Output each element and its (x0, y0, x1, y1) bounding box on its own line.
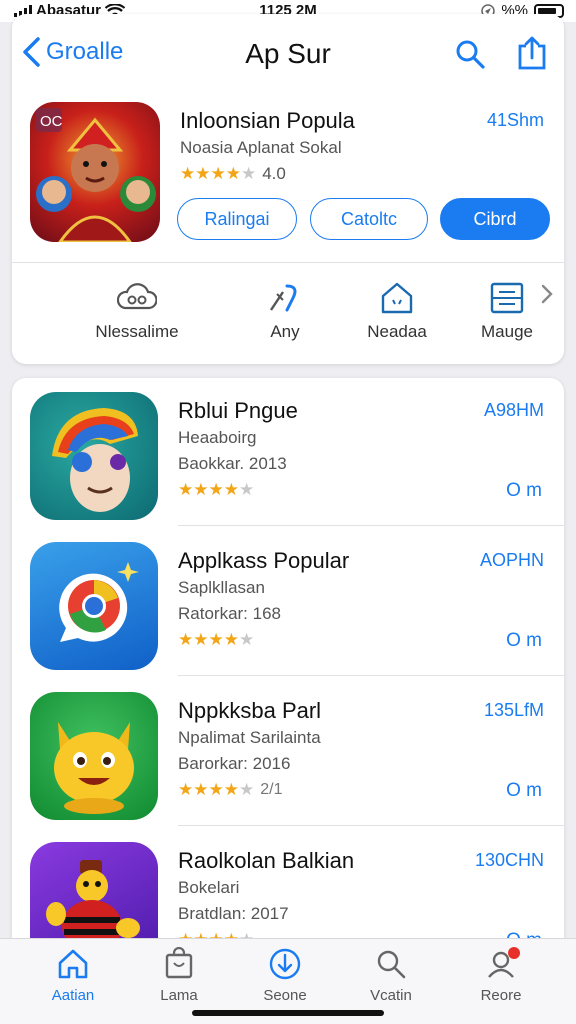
app-icon[interactable] (30, 842, 158, 948)
app-size: 135LfM (483, 700, 544, 720)
featured-rating: ★★★★★ 4.0 (180, 164, 286, 184)
featured-app-icon[interactable]: OC (30, 102, 160, 242)
category-label: Neadaa (367, 322, 427, 341)
app-year: Ratorkar: 168 (178, 604, 281, 623)
app-rating: ★★★★★ (178, 630, 260, 650)
list-item[interactable]: Raolkolan Balkian 130CHN Bokelari Bratdl… (12, 828, 564, 948)
category-button[interactable]: Catoltc (310, 198, 428, 240)
category-label: Mauge (481, 322, 533, 341)
app-name[interactable]: Nppkksba Parl (178, 698, 321, 724)
svg-text:OC: OC (40, 113, 63, 130)
tab-label: Reore (480, 987, 522, 1004)
app-year: Bratdlan: 2017 (178, 904, 289, 923)
divider (178, 525, 564, 526)
app-year: Baokkar. 2013 (178, 454, 287, 473)
app-name[interactable]: Raolkolan Balkian (178, 848, 354, 874)
bag-icon (165, 947, 193, 979)
category-item-any[interactable]: Any (230, 280, 340, 342)
featured-card: Groalle Ap Sur OC Inloonsian Popula 41Sh… (12, 14, 564, 364)
rating-text: 2/1 (260, 781, 283, 798)
app-subtitle: Bokelari (178, 878, 240, 897)
rating-value: 4.0 (262, 164, 286, 183)
notification-badge (508, 947, 520, 959)
app-size: 130CHN (474, 850, 544, 870)
app-icon[interactable] (30, 542, 158, 670)
warrior-character-icon: OC (36, 108, 156, 242)
divider (12, 262, 564, 263)
home-icon (58, 949, 88, 979)
category-item-messaging[interactable]: Nlessalime (82, 280, 192, 342)
app-icon[interactable] (30, 392, 158, 520)
tab-profile[interactable]: Reore (446, 947, 556, 1005)
home-indicator[interactable] (192, 1010, 384, 1016)
window-icon (490, 282, 524, 314)
tab-label: Seone (263, 987, 307, 1004)
app-rating: ★★★★★ 2/1 (178, 780, 282, 800)
category-label: Nlessalime (95, 322, 179, 341)
yellow-cat-character-icon (54, 722, 134, 814)
tab-updates[interactable]: Seone (230, 947, 340, 1005)
app-size: A98HM (483, 400, 544, 420)
app-subtitle: Heaaboirg (178, 428, 257, 447)
ratings-button[interactable]: Ralingai (177, 198, 297, 240)
tab-search[interactable]: Vcatin (336, 947, 446, 1005)
featured-app-size: 41Shm (486, 110, 544, 130)
tab-library[interactable]: Lama (124, 947, 234, 1005)
list-item[interactable]: Nppkksba Parl 135LfM Npalimat Sarilainta… (12, 678, 564, 826)
divider (178, 675, 564, 676)
list-item[interactable]: Rblui Pngue A98HM Heaaboirg Baokkar. 201… (12, 378, 564, 526)
cloud-people-icon (117, 283, 157, 310)
app-size: AOPHN (479, 550, 544, 570)
arcade-character-icon (46, 860, 140, 948)
featured-app-name[interactable]: Inloonsian Popula (180, 108, 355, 134)
app-year: Barorkar: 2016 (178, 754, 291, 773)
tab-label: Vcatin (370, 987, 412, 1004)
tab-label: Aatian (51, 987, 95, 1004)
category-item-news[interactable]: Neadaa (342, 280, 452, 342)
house-icon (381, 282, 413, 314)
app-list: Rblui Pngue A98HM Heaaboirg Baokkar. 201… (12, 378, 564, 948)
category-label: Any (270, 322, 300, 341)
get-button[interactable]: Cibrd (440, 198, 550, 240)
get-button[interactable]: O m (506, 780, 542, 802)
star-rating: ★★★★★ (178, 630, 255, 649)
search-icon (377, 950, 406, 979)
share-icon[interactable] (516, 36, 548, 70)
sparkle-icon (270, 284, 297, 312)
star-rating: ★★★★★ (178, 780, 255, 799)
chevron-right-icon[interactable] (540, 282, 554, 306)
app-rating: ★★★★★ (178, 480, 260, 500)
list-item[interactable]: Applkass Popular AOPHN Saplkllasan Rator… (12, 528, 564, 676)
app-name[interactable]: Rblui Pngue (178, 398, 298, 424)
app-icon[interactable] (30, 692, 158, 820)
rainbow-hair-character-icon (52, 408, 138, 512)
get-button[interactable]: O m (506, 480, 542, 502)
featured-app-subtitle: Noasia Aplanat Sokal (180, 138, 342, 157)
browser-globe-icon (59, 562, 139, 642)
app-name[interactable]: Applkass Popular (178, 548, 349, 574)
get-button[interactable]: O m (506, 630, 542, 652)
app-subtitle: Saplkllasan (178, 578, 265, 597)
tab-home[interactable]: Aatian (18, 947, 128, 1005)
tab-label: Lama (160, 987, 198, 1004)
search-icon[interactable] (454, 38, 486, 70)
star-rating: ★★★★★ (178, 480, 255, 499)
download-icon (269, 948, 301, 980)
star-rating: ★★★★★ (180, 164, 257, 183)
divider (178, 825, 564, 826)
app-subtitle: Npalimat Sarilainta (178, 728, 321, 747)
